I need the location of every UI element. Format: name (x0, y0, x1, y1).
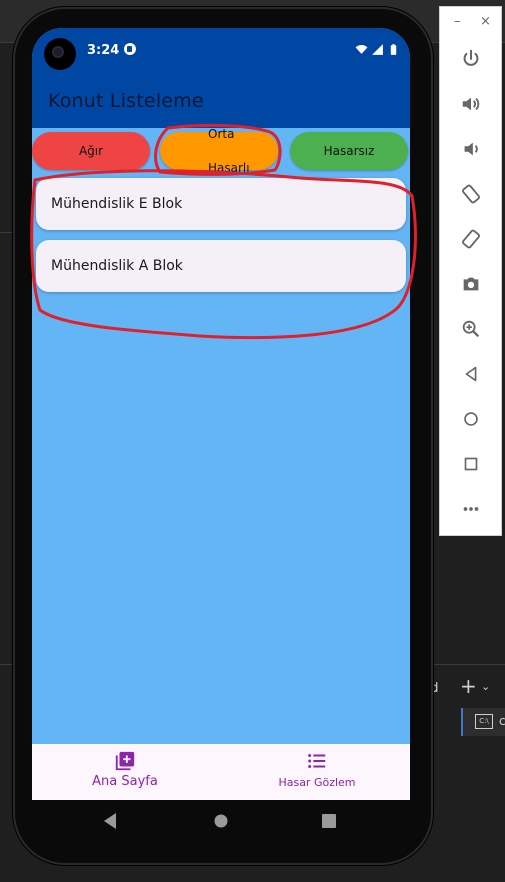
battery-icon (390, 44, 397, 55)
more-icon (463, 507, 479, 511)
hasarsiz-filter-label: Hasarsız (323, 144, 375, 158)
home-button[interactable] (452, 403, 490, 435)
rotate-right-button[interactable] (452, 223, 490, 255)
power-button[interactable] (452, 43, 490, 75)
list-item[interactable]: Mühendislik A Blok (36, 240, 406, 292)
nav-hasar-gozlem-label: Hasar Gözlem (278, 776, 356, 789)
rotate-right-icon (462, 229, 480, 249)
new-terminal-icon[interactable]: + (460, 674, 477, 698)
add-library-icon (115, 751, 135, 771)
orta-hasarli-filter-label: Orta Hasarlı (160, 126, 250, 177)
status-icons (355, 43, 400, 56)
volume-up-button[interactable] (452, 88, 490, 120)
screenshot-button[interactable] (452, 268, 490, 300)
list-item-label: Mühendislik E Blok (51, 196, 183, 212)
volume-down-button[interactable] (452, 133, 490, 165)
signal-icon (372, 44, 383, 55)
page-title: Konut Listeleme (48, 90, 204, 112)
nav-ana-sayfa-label: Ana Sayfa (92, 774, 158, 789)
list-item-label: Mühendislik A Blok (51, 258, 183, 274)
terminal-tab-label: c (499, 714, 505, 728)
notification-icon (124, 43, 136, 55)
android-system-navigation (32, 800, 410, 846)
close-icon[interactable]: × (480, 15, 491, 29)
orta-line1: Orta (208, 126, 235, 141)
status-bar: 3:24 (32, 28, 410, 72)
volume-up-icon (462, 97, 480, 111)
overview-button[interactable] (452, 448, 490, 480)
chevron-down-icon[interactable]: ⌄ (481, 680, 490, 693)
list-item[interactable]: Mühendislik E Blok (36, 178, 406, 230)
volume-down-icon (464, 142, 478, 156)
orta-line2: Hasarlı (208, 160, 250, 175)
more-button[interactable] (452, 493, 490, 525)
agir-filter-button[interactable]: Ağır (32, 132, 150, 170)
camera-icon (463, 277, 479, 291)
overview-icon[interactable] (321, 812, 337, 830)
status-time: 3:24 (87, 43, 120, 58)
wifi-icon (355, 44, 368, 54)
ide-terminal-tab[interactable]: C:\ c (461, 708, 505, 736)
home-icon[interactable] (213, 812, 229, 830)
minimize-icon[interactable]: – (454, 15, 461, 29)
terminal-icon: C:\ (475, 714, 493, 729)
back-button[interactable] (452, 358, 490, 390)
nav-ana-sayfa[interactable]: Ana Sayfa (80, 750, 170, 789)
hasarsiz-filter-button[interactable]: Hasarsız (290, 132, 408, 170)
app-bar: Konut Listeleme (32, 72, 410, 128)
agir-filter-label: Ağır (78, 144, 104, 158)
bottom-navigation: Ana Sayfa Hasar Gözlem (32, 744, 410, 800)
list-icon (308, 754, 326, 768)
back-icon (465, 366, 477, 382)
front-camera (44, 38, 76, 70)
orta-hasarli-filter-button[interactable]: Orta Hasarlı (160, 127, 278, 175)
power-icon (463, 49, 479, 66)
emulator-toolbar: – × (439, 6, 502, 536)
zoom-icon (462, 320, 480, 338)
zoom-button[interactable] (452, 313, 490, 345)
overview-icon (464, 457, 478, 471)
nav-hasar-gozlem[interactable]: Hasar Gözlem (262, 750, 372, 789)
home-icon (464, 412, 478, 426)
rotate-left-button[interactable] (452, 178, 490, 210)
device-screen: 3:24 Konut Listeleme Ağır Orta Hasarlı H… (32, 28, 410, 800)
back-icon[interactable] (102, 812, 118, 830)
rotate-left-icon (462, 184, 480, 204)
